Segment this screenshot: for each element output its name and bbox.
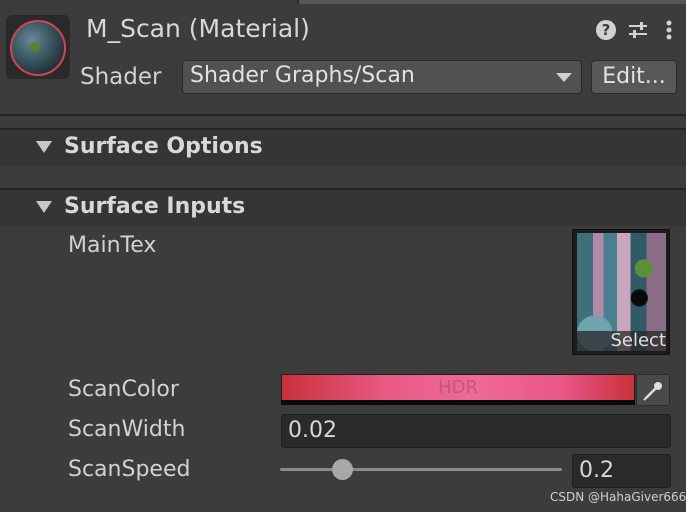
material-sphere-detail [30,42,40,52]
watermark-text: CSDN @HahaGiver666 [550,490,686,504]
scanspeed-slider-thumb[interactable] [331,459,353,480]
shader-dropdown-value: Shader Graphs/Scan [190,63,415,88]
section-title-surface-options: Surface Options [64,134,263,159]
eyedropper-button[interactable] [636,374,670,406]
hdr-label: HDR [438,377,478,398]
header-divider [0,114,686,116]
edit-shader-button[interactable]: Edit... [591,60,677,94]
chevron-down-icon [556,73,572,82]
scancolor-label: ScanColor [68,377,179,402]
scancolor-alpha-bar [281,400,635,405]
maintex-label: MainTex [68,233,157,258]
scanspeed-slider-track[interactable] [280,468,562,471]
sliders-icon[interactable] [626,18,650,42]
foldout-triangle-icon[interactable] [36,201,52,213]
tab-underline [299,0,686,4]
scanspeed-label: ScanSpeed [68,457,191,482]
scanspeed-field[interactable]: 0.2 [572,454,671,488]
foldout-triangle-icon[interactable] [36,141,52,153]
help-icon[interactable]: ? [596,20,616,40]
scanwidth-field[interactable]: 0.02 [281,414,671,448]
shader-label: Shader [80,64,162,90]
eyedropper-icon [643,382,662,401]
scanwidth-label: ScanWidth [68,417,186,442]
material-title: M_Scan (Material) [86,14,310,43]
more-vert-icon[interactable] [662,18,676,42]
section-title-surface-inputs: Surface Inputs [64,194,246,219]
texture-select-button[interactable]: Select [581,330,666,351]
